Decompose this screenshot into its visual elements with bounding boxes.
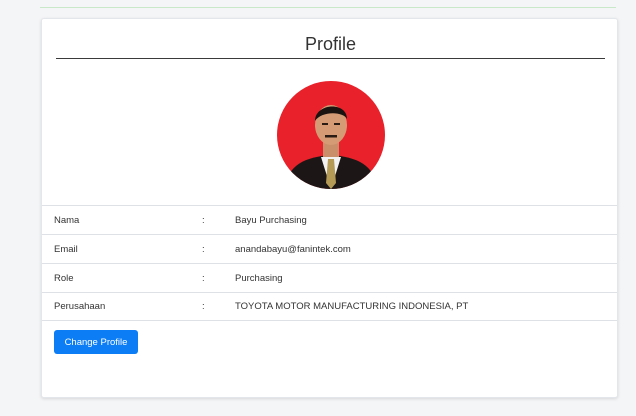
field-label: Nama [54, 214, 80, 226]
profile-info-table: Nama : Bayu Purchasing Email : anandabay… [42, 205, 617, 321]
page-title: Profile [304, 34, 357, 54]
field-separator: : [202, 214, 205, 226]
field-value: TOYOTA MOTOR MANUFACTURING INDONESIA, PT [235, 301, 469, 312]
change-profile-button[interactable]: Change Profile [54, 330, 138, 354]
table-row: Perusahaan : TOYOTA MOTOR MANUFACTURING … [42, 292, 617, 321]
profile-card: Profile Nama : Bayu Purchasing Email: a… [41, 18, 618, 398]
field-label: Role [54, 272, 74, 284]
table-row: Role : Purchasing [42, 263, 617, 292]
table-row: Nama : Bayu Purchasing [42, 205, 617, 234]
field-separator: : [202, 243, 205, 255]
field-value: anandabayu@fanintek.com [235, 243, 351, 255]
field-label: Email [54, 243, 78, 255]
title-divider [56, 58, 605, 59]
field-value: Bayu Purchasing [235, 214, 307, 226]
field-label: Perusahaan [54, 301, 106, 312]
table-row: Email : anandabayu@fanintek.com [42, 234, 617, 263]
user-photo-icon [277, 81, 385, 189]
top-panel-edge [40, 0, 616, 8]
avatar [277, 81, 385, 189]
field-separator: : [202, 301, 205, 312]
field-separator: : [202, 272, 205, 284]
field-value: Purchasing [235, 272, 283, 284]
